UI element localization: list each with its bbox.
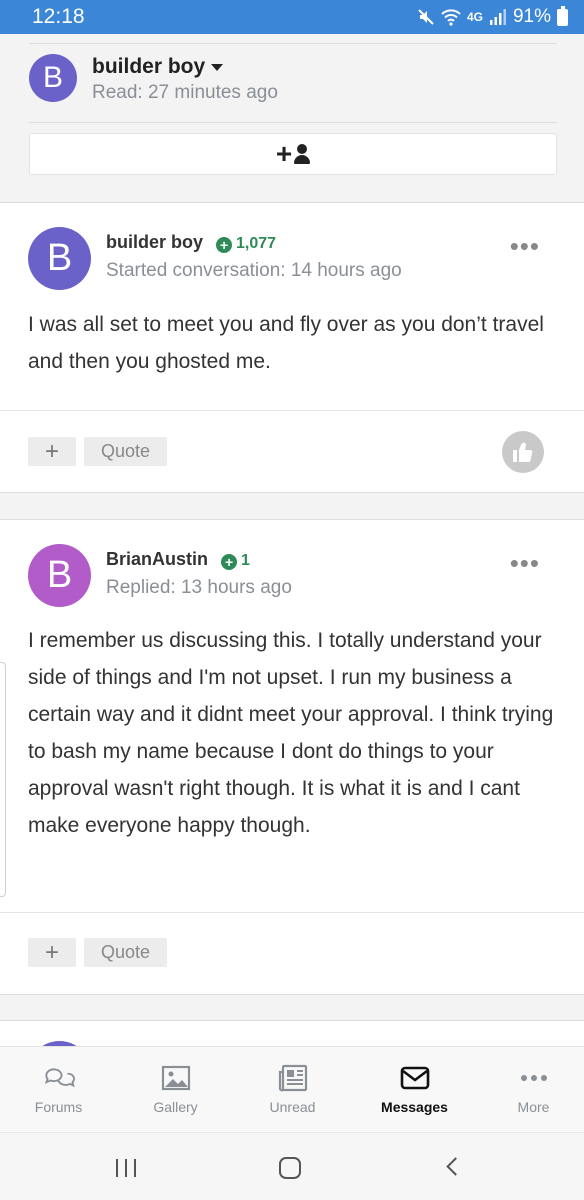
message-meta: Replied: 13 hours ago bbox=[106, 577, 292, 598]
like-button[interactable] bbox=[502, 431, 544, 473]
home-icon[interactable] bbox=[279, 1157, 301, 1179]
divider bbox=[0, 410, 584, 411]
network-type: 4G bbox=[466, 10, 483, 24]
plus-icon: + bbox=[275, 138, 293, 169]
battery-icon bbox=[557, 5, 568, 26]
reputation-count: 1,077 bbox=[236, 235, 277, 252]
thumbs-up-icon bbox=[513, 442, 533, 463]
reputation-count: 1 bbox=[241, 552, 250, 569]
divider bbox=[29, 43, 557, 44]
android-nav-bar bbox=[0, 1132, 584, 1200]
add-person-icon bbox=[294, 144, 311, 164]
mute-icon bbox=[418, 9, 434, 25]
tab-messages[interactable]: Messages bbox=[356, 1047, 473, 1133]
message-author-row: builder boy +1,077 bbox=[106, 232, 276, 253]
quote-button[interactable]: Quote bbox=[84, 938, 167, 967]
add-reaction-button[interactable]: + bbox=[28, 437, 76, 466]
plus-circle-icon: + bbox=[216, 237, 233, 253]
message-author[interactable]: builder boy bbox=[106, 232, 203, 252]
status-time: 12:18 bbox=[32, 5, 85, 28]
add-participant-button[interactable]: + bbox=[29, 133, 557, 175]
tab-more[interactable]: More bbox=[475, 1047, 584, 1133]
caret-down-icon bbox=[211, 63, 224, 71]
more-options-icon[interactable]: ••• bbox=[510, 550, 540, 576]
divider bbox=[0, 912, 584, 913]
more-icon bbox=[518, 1065, 550, 1091]
recent-apps-icon[interactable] bbox=[116, 1159, 136, 1177]
wifi-icon bbox=[441, 9, 461, 26]
messages-icon bbox=[399, 1065, 431, 1091]
message-meta: Started conversation: 14 hours ago bbox=[106, 260, 402, 281]
drawer-handle[interactable] bbox=[0, 662, 6, 897]
status-icons: 4G 91% bbox=[417, 5, 568, 28]
message-body: I was all set to meet you and fly over a… bbox=[28, 313, 544, 373]
gallery-icon bbox=[160, 1065, 192, 1091]
read-status: Read: 27 minutes ago bbox=[92, 82, 278, 103]
status-bar: 12:18 4G 91% bbox=[0, 0, 584, 34]
add-reaction-button[interactable]: + bbox=[28, 938, 76, 967]
participant-name: builder boy bbox=[92, 55, 206, 78]
back-icon[interactable] bbox=[446, 1157, 465, 1176]
message-author-row: BrianAustin +1 bbox=[106, 549, 250, 570]
reputation-badge: +1,077 bbox=[216, 235, 277, 253]
unread-icon bbox=[277, 1064, 309, 1092]
message-body: I remember us discussing this. I totally… bbox=[28, 629, 554, 837]
avatar[interactable]: B bbox=[29, 54, 77, 102]
tab-label: Messages bbox=[381, 1099, 448, 1115]
bottom-tab-bar: Forums Gallery Unread Messages More bbox=[0, 1046, 584, 1132]
more-options-icon[interactable]: ••• bbox=[510, 233, 540, 259]
message-card: B BrianAustin +1 Replied: 13 hours ago •… bbox=[0, 519, 584, 995]
tab-forums[interactable]: Forums bbox=[0, 1047, 117, 1133]
participant-dropdown[interactable]: builder boy bbox=[92, 55, 224, 79]
divider bbox=[29, 122, 557, 123]
plus-circle-icon: + bbox=[221, 554, 238, 570]
tab-gallery[interactable]: Gallery bbox=[117, 1047, 234, 1133]
tab-label: Unread bbox=[269, 1099, 316, 1115]
reputation-badge: +1 bbox=[221, 552, 250, 570]
message-card: B builder boy +1,077 Started conversatio… bbox=[0, 202, 584, 493]
battery-percent: 91% bbox=[512, 6, 551, 27]
avatar[interactable]: B bbox=[28, 227, 91, 290]
message-author[interactable]: BrianAustin bbox=[106, 549, 208, 569]
conversation-header: B builder boy Read: 27 minutes ago + bbox=[0, 34, 584, 204]
tab-unread[interactable]: Unread bbox=[234, 1047, 351, 1133]
signal-icon bbox=[489, 9, 506, 25]
forums-icon bbox=[43, 1065, 75, 1091]
tab-label: More bbox=[517, 1099, 550, 1115]
tab-label: Forums bbox=[34, 1099, 83, 1115]
quote-button[interactable]: Quote bbox=[84, 437, 167, 466]
tab-label: Gallery bbox=[153, 1099, 198, 1115]
avatar[interactable]: B bbox=[28, 544, 91, 607]
